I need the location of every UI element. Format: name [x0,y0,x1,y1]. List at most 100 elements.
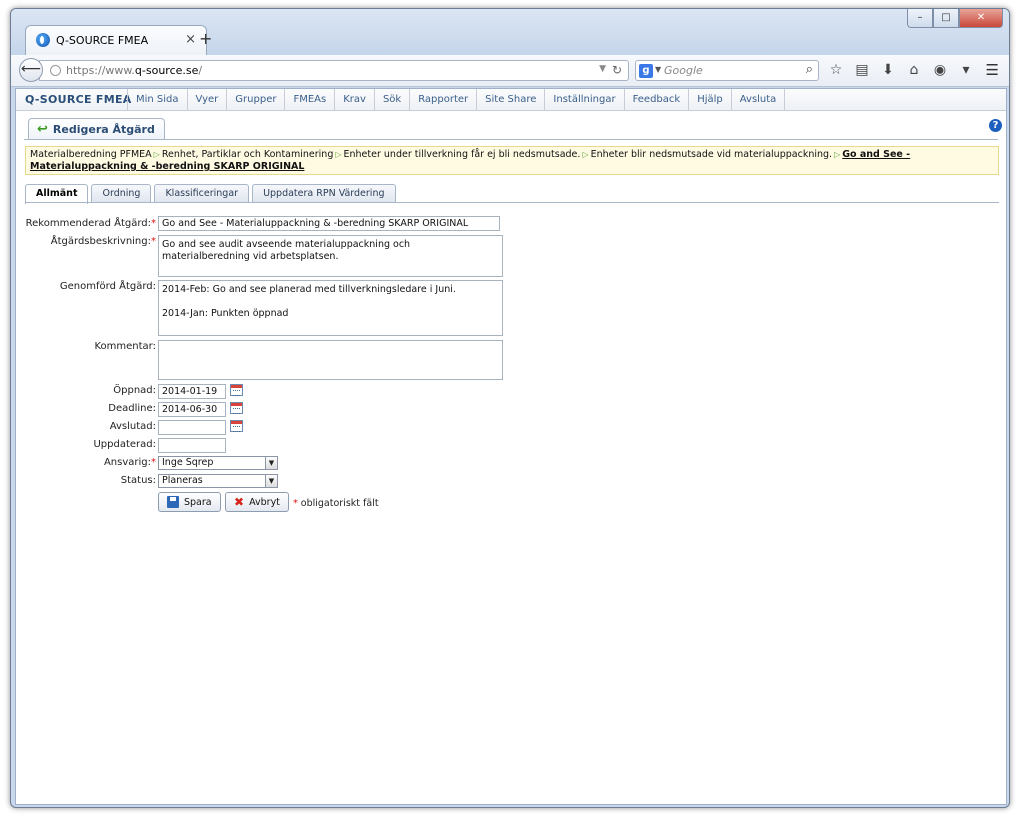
site-favicon-icon [36,33,50,47]
maximize-button[interactable]: □ [933,9,959,28]
browser-window: Q-SOURCE FMEA × + – □ ✕ https://www.q-so… [10,8,1010,808]
genomford-label: Genomförd Åtgärd: [59,281,156,292]
url-bar[interactable]: https://www.q-source.se/ ▼ ↻ [39,60,629,81]
oppnad-date-field[interactable]: 2014-01-19 [158,384,226,399]
download-icon[interactable]: ⬇ [875,60,901,82]
search-engine-dropdown-icon[interactable]: ▼ [655,65,661,74]
tab-close-icon[interactable]: × [185,32,196,47]
nav-item-fmeas[interactable]: FMEAs [284,89,334,111]
divider [25,202,999,203]
uppdaterad-field[interactable] [158,438,226,453]
minimize-button[interactable]: – [907,9,933,28]
app-brand[interactable]: Q-SOURCE FMEA [25,93,132,106]
tab-klassificeringar[interactable]: Klassificeringar [154,184,250,203]
page-title: Redigera Åtgärd [52,123,155,136]
beskrivning-textarea[interactable]: Go and see audit avseende materialuppack… [158,235,503,277]
home-icon[interactable]: ⌂ [901,60,927,82]
breadcrumb-arrow-icon: ▷ [335,150,342,159]
nav-item-installningar[interactable]: Inställningar [544,89,623,111]
breadcrumb-item[interactable]: Enheter under tillverkning får ej bli ne… [344,149,581,160]
avslutad-date-field[interactable] [158,420,226,435]
reading-list-icon[interactable]: ▤ [849,60,875,82]
deadline-label: Deadline: [108,403,156,414]
cancel-x-icon: ✖ [234,495,245,509]
search-bar[interactable]: g ▼ Google ⌕ [635,60,819,81]
calendar-icon[interactable] [230,420,243,432]
url-text: https://www.q-source.se/ [66,64,203,77]
breadcrumb-arrow-icon: ▷ [582,150,589,159]
status-selected-value: Planeras [162,475,203,486]
form-tabs: Allmänt Ordning Klassificeringar Uppdate… [25,184,396,204]
divider [24,139,998,140]
kommentar-textarea[interactable] [158,340,503,380]
kommentar-label: Kommentar: [94,341,156,352]
nav-item-rapporter[interactable]: Rapporter [409,89,476,111]
nav-item-site-share[interactable]: Site Share [476,89,544,111]
addon-icon[interactable]: ◉ [927,60,953,82]
beskrivning-label: Åtgärdsbeskrivning:* [50,236,156,247]
search-placeholder: Google [664,64,703,77]
nav-item-krav[interactable]: Krav [334,89,374,111]
search-icon[interactable]: ⌕ [806,62,813,77]
breadcrumb: Materialberedning PFMEA ▷ Renhet, Partikla… [25,146,999,175]
breadcrumb-item[interactable]: Enheter blir nedsmutsade vid materialupp… [591,149,832,160]
addon-dropdown-icon[interactable]: ▾ [953,60,979,82]
window-controls: – □ ✕ [907,9,1003,29]
new-tab-button[interactable]: + [199,29,212,48]
tab-ordning[interactable]: Ordning [91,184,152,203]
tab-uppdatera-rpn[interactable]: Uppdatera RPN Värdering [252,184,396,203]
tab-allmant[interactable]: Allmänt [25,184,89,204]
breadcrumb-item[interactable]: Renhet, Partiklar och Kontaminering [162,149,334,160]
reload-icon[interactable]: ↻ [612,63,622,77]
breadcrumb-arrow-icon: ▷ [834,150,841,159]
nav-item-min-sida[interactable]: Min Sida [127,89,187,111]
rekommenderad-field[interactable]: Go and See - Materialuppackning & -bered… [158,216,500,231]
cancel-button[interactable]: ✖ Avbryt [225,492,289,512]
ansvarig-select[interactable]: Inge Sqrep ▼ [158,456,278,470]
browser-tab[interactable]: Q-SOURCE FMEA × [25,25,207,55]
save-button-label: Spara [184,496,212,508]
uppdaterad-label: Uppdaterad: [93,439,156,450]
chevron-down-icon[interactable]: ▼ [265,457,277,469]
breadcrumb-item[interactable]: Materialberedning PFMEA [30,149,152,160]
hamburger-menu-icon[interactable]: ☰ [986,61,999,79]
cancel-button-label: Avbryt [249,496,280,508]
nav-item-sok[interactable]: Sök [373,89,409,111]
oppnad-label: Öppnad: [113,385,156,396]
browser-tools: ☆ ▤ ⬇ ⌂ ◉ ▾ [823,60,979,82]
status-select[interactable]: Planeras ▼ [158,474,278,488]
deadline-date-field[interactable]: 2014-06-30 [158,402,226,417]
web-page: Q-SOURCE FMEA Min Sida Vyer Grupper FMEA… [15,88,1007,805]
nav-item-hjalp[interactable]: Hjälp [688,89,731,111]
close-window-button[interactable]: ✕ [959,9,1003,28]
nav-item-feedback[interactable]: Feedback [623,89,689,111]
page-title-tab: ↩ Redigera Åtgärd [28,118,165,140]
calendar-icon[interactable] [230,384,243,396]
url-dropdown-icon[interactable]: ▼ [599,64,606,74]
breadcrumb-arrow-icon: ▷ [153,150,160,159]
chevron-down-icon[interactable]: ▼ [265,475,277,487]
google-icon[interactable]: g [639,64,653,78]
nav-item-avsluta[interactable]: Avsluta [730,89,786,111]
ansvarig-selected-value: Inge Sqrep [162,457,214,468]
bookmark-star-icon[interactable]: ☆ [823,60,849,82]
status-label: Status: [120,475,156,486]
help-icon[interactable]: ? [989,119,1002,132]
title-bar: Q-SOURCE FMEA × + – □ ✕ [11,9,1009,55]
undo-arrow-icon: ↩ [37,122,48,137]
browser-toolbar: https://www.q-source.se/ ▼ ↻ ⟵ g ▼ Googl… [11,55,1009,87]
nav-item-grupper[interactable]: Grupper [226,89,284,111]
genomford-textarea[interactable]: 2014-Feb: Go and see planerad med tillve… [158,280,503,336]
ansvarig-label: Ansvarig:* [103,457,156,468]
browser-tab-title: Q-SOURCE FMEA [56,34,149,47]
rekommenderad-label: Rekommenderad Åtgärd:* [25,218,156,229]
required-note: * obligatoriskt fält [293,498,379,509]
avslutad-label: Avslutad: [109,421,156,432]
back-button[interactable]: ⟵ [19,58,43,82]
calendar-icon[interactable] [230,402,243,414]
save-button[interactable]: Spara [158,492,221,512]
floppy-disk-icon [167,496,179,508]
app-navigation: Q-SOURCE FMEA Min Sida Vyer Grupper FMEA… [16,89,1006,111]
nav-item-vyer[interactable]: Vyer [186,89,227,111]
nav-menu: Min Sida Vyer Grupper FMEAs Krav Sök Rap… [127,89,786,111]
